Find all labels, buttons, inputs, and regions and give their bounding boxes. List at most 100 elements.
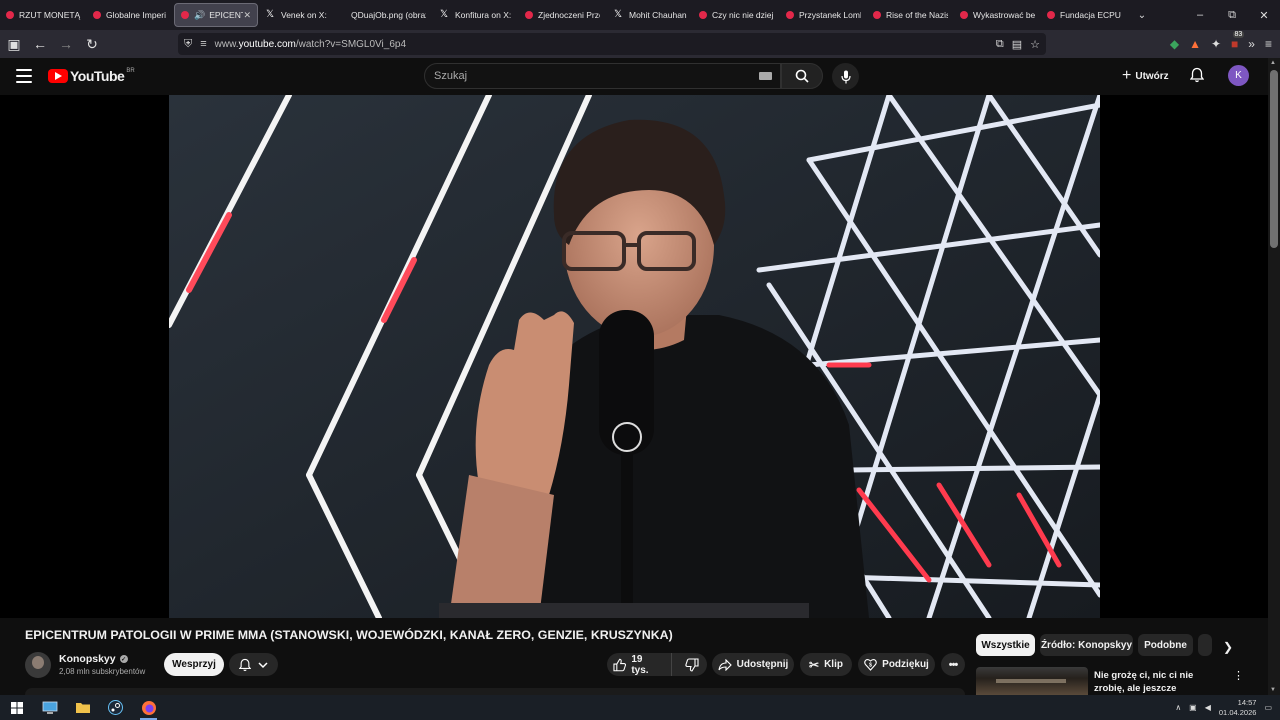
video-player[interactable] bbox=[169, 95, 1100, 618]
account-avatar[interactable]: K bbox=[1228, 65, 1249, 86]
url-domain: youtube.com bbox=[238, 38, 296, 50]
audio-playing-icon[interactable]: 🔊 bbox=[194, 10, 205, 21]
create-label: Utwórz bbox=[1135, 70, 1169, 82]
browser-tab[interactable]: 𝕏 Venek on X: bbox=[258, 3, 345, 27]
browser-tab[interactable]: 𝕏 Mohit Chauhan - bbox=[606, 3, 693, 27]
permissions-icon[interactable]: ≡ bbox=[200, 38, 206, 50]
like-button[interactable]: 19 tys. bbox=[607, 653, 672, 676]
notifications-bell-icon[interactable] bbox=[1189, 67, 1205, 88]
tab-list-chevron-icon[interactable]: ⌄ bbox=[1132, 10, 1152, 21]
like-count: 19 tys. bbox=[631, 653, 649, 676]
browser-tab[interactable]: QDuajOb.png (obraz bbox=[345, 3, 432, 27]
browser-tab-strip: RZUT MONETĄ (Globalne Imperi🔊EPICENTR✕𝕏V… bbox=[0, 0, 1280, 30]
file-explorer-icon[interactable] bbox=[66, 695, 99, 720]
thanks-button[interactable]: $ Podziękuj bbox=[858, 653, 935, 676]
browser-tab[interactable]: 🔊 EPICENTR✕ bbox=[174, 3, 258, 27]
search-icon bbox=[795, 69, 809, 83]
scroll-up-icon[interactable]: ▲ bbox=[1270, 60, 1276, 66]
shield-icon[interactable]: ⛨ bbox=[184, 38, 192, 51]
forward-icon[interactable]: → bbox=[54, 32, 78, 56]
youtube-favicon-icon bbox=[699, 11, 707, 19]
tray-overflow-icon[interactable]: ∧ bbox=[1175, 703, 1181, 712]
thanks-label: Podziękuj bbox=[882, 659, 929, 670]
share-icon bbox=[718, 658, 732, 671]
scroll-down-icon[interactable]: ▼ bbox=[1270, 687, 1276, 693]
chip-all[interactable]: Wszystkie bbox=[976, 634, 1035, 656]
subscription-bell-button[interactable] bbox=[229, 653, 278, 676]
scissors-icon: ✂ bbox=[809, 657, 820, 672]
channel-avatar[interactable] bbox=[25, 652, 51, 678]
browser-tab[interactable]: Wykastrować be bbox=[954, 3, 1041, 27]
browser-tab[interactable]: Globalne Imperi bbox=[87, 3, 174, 27]
browser-tab[interactable]: Czy nic nie dziej bbox=[693, 3, 780, 27]
browser-tab-label: Czy nic nie dziej bbox=[712, 10, 774, 20]
youtube-play-icon bbox=[48, 69, 68, 83]
channel-name-text: Konopskyy bbox=[59, 653, 116, 665]
hamburger-menu-icon[interactable] bbox=[16, 69, 32, 83]
app-menu-icon[interactable]: ≡ bbox=[1265, 37, 1272, 51]
extension-fox-icon[interactable]: ▲ bbox=[1189, 37, 1201, 51]
browser-tab[interactable]: Przystanek Lomb bbox=[780, 3, 867, 27]
voice-search-button[interactable] bbox=[832, 63, 859, 90]
minimize-icon[interactable]: – bbox=[1184, 0, 1216, 30]
share-button[interactable]: Udostępnij bbox=[712, 653, 794, 676]
youtube-favicon-icon bbox=[960, 11, 968, 19]
volume-icon[interactable]: ◀ bbox=[1205, 703, 1211, 712]
search-placeholder: Szukaj bbox=[434, 70, 468, 82]
close-tab-icon[interactable]: ✕ bbox=[243, 10, 251, 21]
dislike-button[interactable] bbox=[677, 653, 707, 676]
share-label: Udostępnij bbox=[736, 659, 789, 670]
browser-tab[interactable]: Fundacja ECPU F bbox=[1041, 3, 1128, 27]
create-button[interactable]: + Utwórz bbox=[1116, 65, 1175, 87]
url-text: www.youtube.com/watch?v=SMGL0Vi_6p4 bbox=[215, 39, 406, 50]
browser-tab-label: EPICENTR bbox=[209, 10, 243, 20]
sidebar-toggle-icon[interactable]: ▣ bbox=[2, 32, 26, 56]
more-actions-button[interactable]: ••• bbox=[941, 653, 965, 676]
notifications-icon[interactable]: ▭ bbox=[1264, 703, 1272, 712]
browser-tab[interactable]: Zjednoczeni Prze bbox=[519, 3, 606, 27]
channel-name[interactable]: Konopskyy ✓ bbox=[59, 653, 128, 665]
clock-date: 01.04.2026 bbox=[1218, 707, 1257, 717]
browser-tab[interactable]: RZUT MONETĄ ( bbox=[0, 3, 87, 27]
search-button[interactable] bbox=[781, 63, 823, 89]
address-bar[interactable]: ⛨ ≡ www.youtube.com/watch?v=SMGL0Vi_6p4 … bbox=[178, 33, 1046, 55]
keyboard-icon[interactable] bbox=[759, 72, 772, 80]
close-window-icon[interactable]: ✕ bbox=[1248, 0, 1280, 30]
recommendation-thumbnail[interactable] bbox=[976, 667, 1088, 695]
window-controls: – ⧉ ✕ bbox=[1184, 0, 1280, 30]
plus-icon: + bbox=[1122, 67, 1132, 84]
steam-icon[interactable] bbox=[99, 695, 132, 720]
ublock-icon[interactable]: ■ 83 bbox=[1231, 31, 1245, 51]
firefox-icon[interactable] bbox=[132, 695, 165, 720]
reload-icon[interactable]: ↻ bbox=[80, 32, 104, 56]
back-icon[interactable]: ← bbox=[28, 32, 52, 56]
windows-start-icon[interactable] bbox=[0, 695, 33, 720]
search-input[interactable]: Szukaj bbox=[424, 63, 781, 89]
network-icon[interactable]: ▣ bbox=[1189, 703, 1197, 712]
clip-button[interactable]: ✂ Klip bbox=[800, 653, 852, 676]
clock-time: 14:57 bbox=[1237, 697, 1257, 707]
chip-partial[interactable] bbox=[1198, 634, 1212, 656]
bookmark-star-icon[interactable]: ☆ bbox=[1030, 38, 1040, 51]
youtube-logo[interactable]: YouTube BR bbox=[48, 68, 135, 84]
chip-related[interactable]: Podobne bbox=[1138, 634, 1193, 656]
overflow-chevron-icon[interactable]: » bbox=[1248, 37, 1255, 51]
reader-view-icon[interactable]: ▤ bbox=[1012, 38, 1022, 51]
browser-tab[interactable]: 𝕏 Konfitura on X: " bbox=[432, 3, 519, 27]
browser-tab[interactable]: Rise of the Nazis bbox=[867, 3, 954, 27]
support-button[interactable]: Wesprzyj bbox=[164, 653, 224, 676]
page-scrollbar[interactable]: ▲ ▼ bbox=[1268, 58, 1280, 695]
extensions-puzzle-icon[interactable]: ✦ bbox=[1211, 37, 1221, 51]
computer-icon[interactable] bbox=[33, 695, 66, 720]
clock[interactable]: 14:57 01.04.2026 bbox=[1219, 698, 1257, 718]
browser-tab-label: Wykastrować be bbox=[973, 10, 1035, 20]
chip-from-channel[interactable]: Źródło: Konopskyy bbox=[1040, 634, 1133, 656]
scrollbar-thumb[interactable] bbox=[1270, 70, 1278, 248]
url-prefix: www. bbox=[214, 38, 239, 50]
picture-in-picture-icon[interactable]: ⧉ bbox=[996, 38, 1004, 51]
extension-shield-icon[interactable]: ◆ bbox=[1170, 37, 1179, 51]
youtube-favicon-icon bbox=[181, 11, 189, 19]
recommendation-menu-icon[interactable]: ⋮ bbox=[1233, 669, 1244, 682]
restore-icon[interactable]: ⧉ bbox=[1216, 0, 1248, 30]
chevron-right-icon[interactable]: ❯ bbox=[1218, 637, 1238, 657]
